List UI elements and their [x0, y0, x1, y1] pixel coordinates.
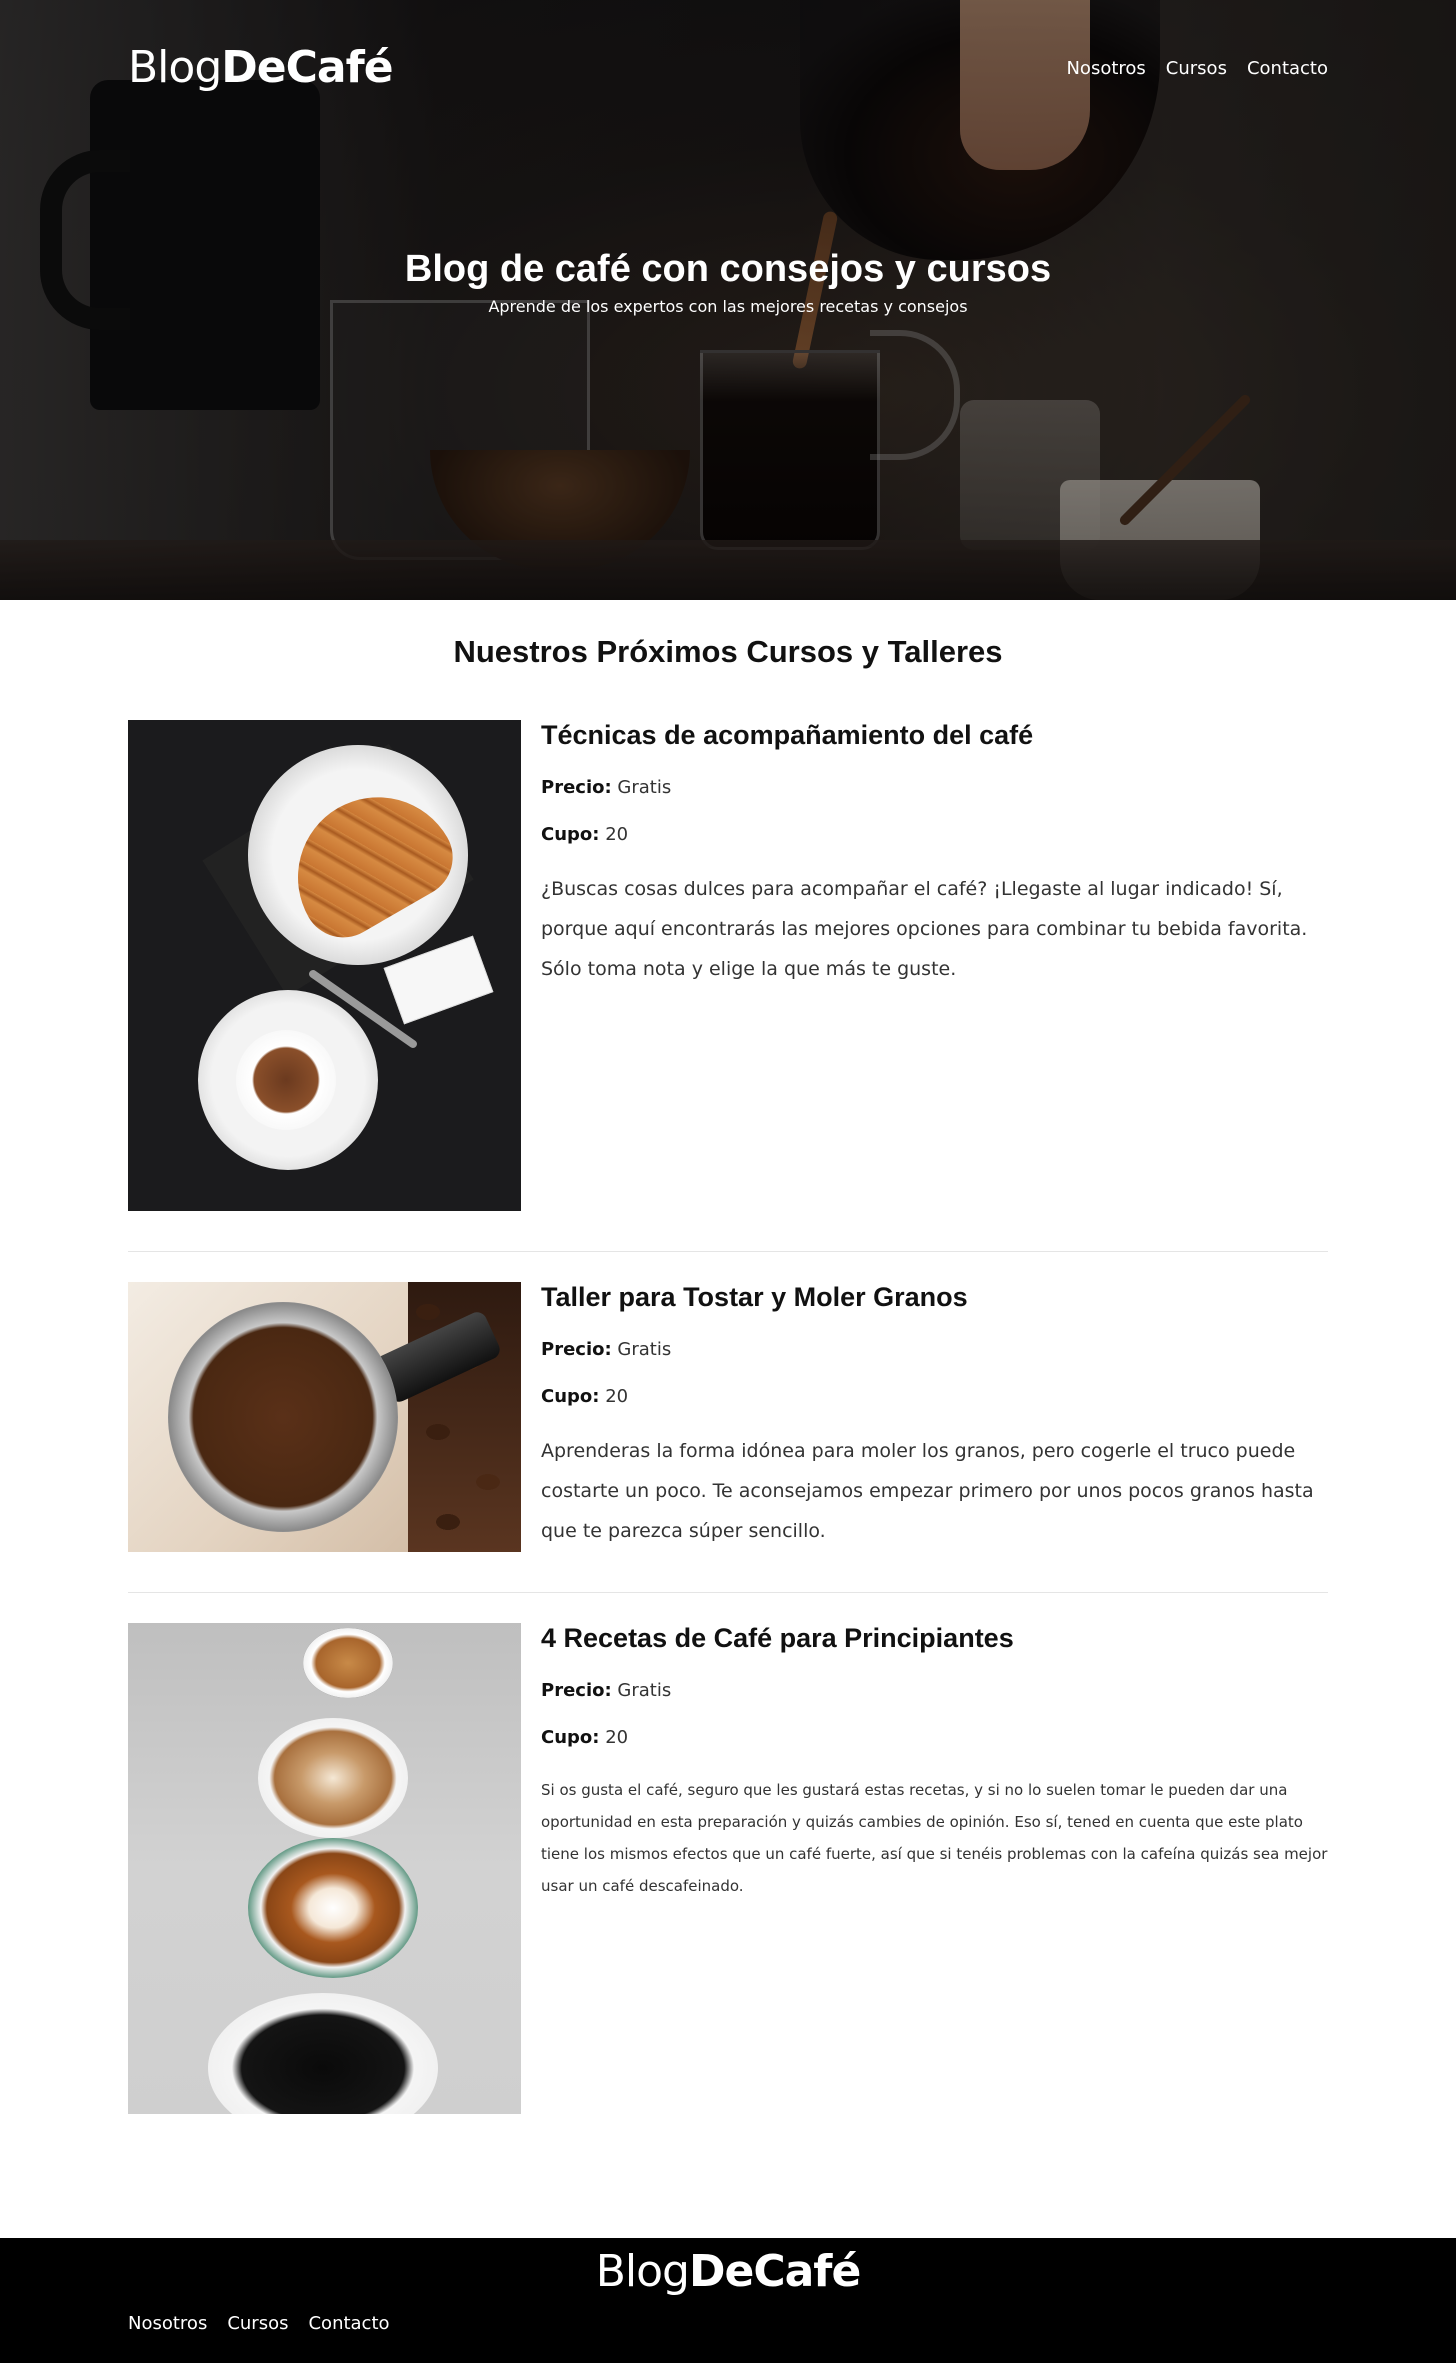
price-value: Gratis	[617, 777, 672, 798]
croissant-espresso-image	[128, 720, 521, 1211]
footer-nav: Nosotros Cursos Contacto	[128, 2313, 390, 2334]
slots-value: 20	[605, 1727, 629, 1748]
espresso-cup-shape	[236, 1030, 336, 1130]
logo-bold-text: DeCafé	[221, 42, 393, 93]
site-footer: BlogDeCafé Nosotros Cursos Contacto	[0, 2238, 1456, 2363]
course-price: Precio: Gratis	[541, 1680, 1328, 1701]
coffee-cups-image	[128, 1623, 521, 2114]
portafilter-image	[128, 1282, 521, 1552]
slots-label: Cupo:	[541, 1386, 600, 1407]
footer-link-nosotros[interactable]: Nosotros	[128, 2313, 207, 2334]
section-title: Nuestros Próximos Cursos y Talleres	[453, 634, 1003, 669]
price-label: Precio:	[541, 1680, 612, 1701]
footer-link-cursos[interactable]: Cursos	[227, 2313, 288, 2334]
header-nav: Nosotros Cursos Contacto	[1066, 58, 1328, 79]
course-slots: Cupo: 20	[541, 1727, 1328, 1748]
espresso-cup-shape	[303, 1628, 393, 1698]
course-title[interactable]: Taller para Tostar y Moler Granos	[541, 1282, 1328, 1313]
slots-value: 20	[605, 1386, 629, 1407]
course-price: Precio: Gratis	[541, 777, 1328, 798]
price-value: Gratis	[617, 1339, 672, 1360]
price-label: Precio:	[541, 1339, 612, 1360]
portafilter-basket-shape	[168, 1302, 398, 1532]
site-logo[interactable]: BlogDeCafé	[128, 42, 394, 93]
price-label: Precio:	[541, 777, 612, 798]
logo-light-text: Blog	[128, 42, 222, 93]
price-value: Gratis	[617, 1680, 672, 1701]
hero-text: Blog de café con consejos y cursos Apren…	[0, 248, 1456, 316]
course-info: 4 Recetas de Café para Principiantes Pre…	[541, 1623, 1328, 2114]
course-title[interactable]: 4 Recetas de Café para Principiantes	[541, 1623, 1328, 1654]
logo-light-text: Blog	[595, 2246, 690, 2297]
course-price: Precio: Gratis	[541, 1339, 1328, 1360]
slots-label: Cupo:	[541, 1727, 600, 1748]
hero-subtitle: Aprende de los expertos con las mejores …	[488, 297, 968, 316]
logo-bold-text: DeCafé	[688, 2246, 861, 2297]
footer-logo[interactable]: BlogDeCafé	[0, 2246, 1456, 2297]
slots-value: 20	[605, 824, 629, 845]
heart-latte-cup-shape	[248, 1838, 418, 1978]
course-description: Aprenderas la forma idónea para moler lo…	[541, 1440, 1314, 1542]
footer-link-contacto[interactable]: Contacto	[308, 2313, 389, 2334]
nav-link-nosotros[interactable]: Nosotros	[1066, 58, 1145, 79]
latte-cup-shape	[258, 1718, 408, 1838]
course-description: ¿Buscas cosas dulces para acompañar el c…	[541, 878, 1308, 980]
course-card: Taller para Tostar y Moler Granos Precio…	[128, 1282, 1328, 1593]
course-info: Taller para Tostar y Moler Granos Precio…	[541, 1282, 1328, 1552]
black-coffee-cup-shape	[208, 1993, 438, 2114]
course-title[interactable]: Técnicas de acompañamiento del café	[541, 720, 1328, 751]
main-content: Nuestros Próximos Cursos y Talleres Técn…	[128, 634, 1328, 2154]
hero-title: Blog de café con consejos y cursos	[404, 248, 1052, 290]
course-slots: Cupo: 20	[541, 1386, 1328, 1407]
course-card: Técnicas de acompañamiento del café Prec…	[128, 720, 1328, 1252]
nav-link-cursos[interactable]: Cursos	[1166, 58, 1227, 79]
slots-label: Cupo:	[541, 824, 600, 845]
course-description: Si os gusta el café, seguro que les gust…	[541, 1781, 1328, 1895]
course-slots: Cupo: 20	[541, 824, 1328, 845]
course-card: 4 Recetas de Café para Principiantes Pre…	[128, 1623, 1328, 2154]
nav-link-contacto[interactable]: Contacto	[1247, 58, 1328, 79]
hero-banner: BlogDeCafé Nosotros Cursos Contacto Blog…	[0, 0, 1456, 600]
course-info: Técnicas de acompañamiento del café Prec…	[541, 720, 1328, 1211]
